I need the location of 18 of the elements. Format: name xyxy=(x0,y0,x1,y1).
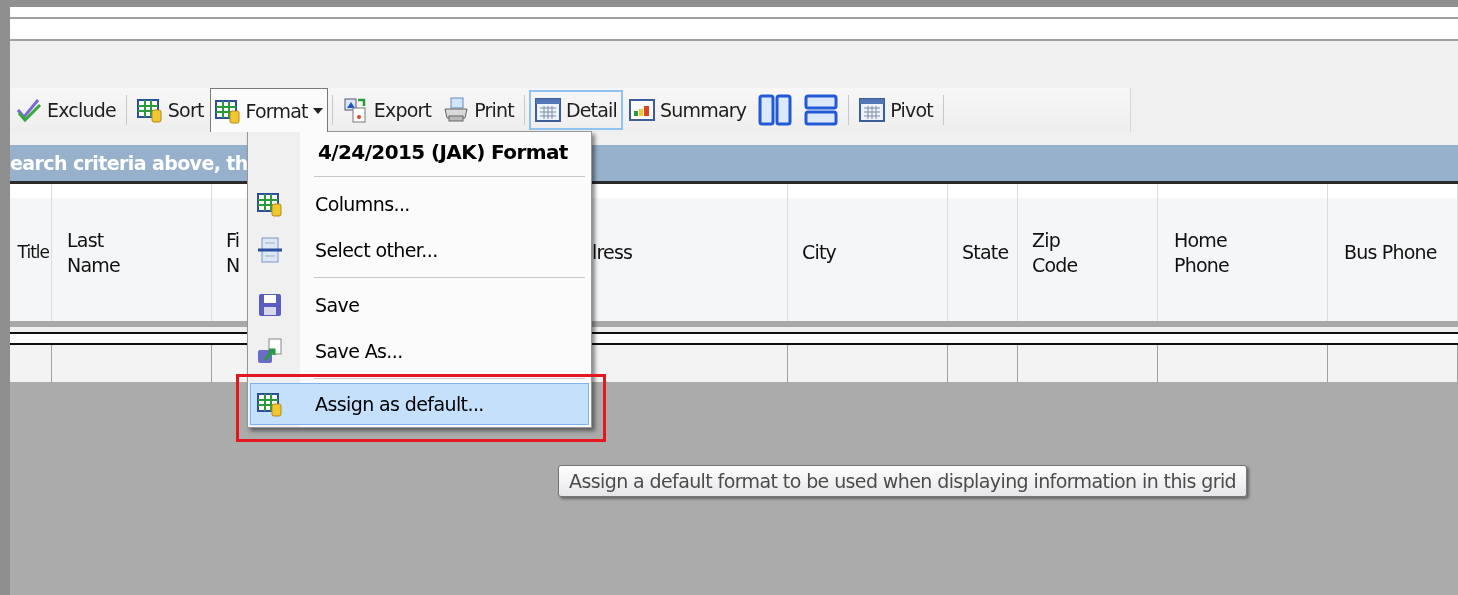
toolbar-button[interactable]: Pivot xyxy=(853,90,939,130)
column-header[interactable]: State xyxy=(948,184,1018,321)
toolbar-button[interactable]: Exclude xyxy=(10,90,122,130)
toolbar-button[interactable]: Summary xyxy=(623,90,753,130)
column-header[interactable]: City xyxy=(788,184,948,321)
column-header[interactable]: Title xyxy=(10,184,52,321)
toolbar-button[interactable]: Print xyxy=(437,90,520,130)
column-header[interactable]: Zip Code xyxy=(1018,184,1158,321)
column-header[interactable]: Bus Phone xyxy=(1328,184,1458,321)
column-header[interactable]: Home Phone xyxy=(1158,184,1328,321)
toolbar-button[interactable]: Format xyxy=(209,88,328,132)
toolbar-button[interactable]: Export xyxy=(336,90,438,130)
menu-item[interactable]: Assign as default... xyxy=(250,383,589,425)
menu-item[interactable]: Save As... xyxy=(250,328,589,374)
toolbar-button[interactable]: Sort xyxy=(130,90,210,130)
column-header[interactable]: Last Name xyxy=(52,184,212,321)
toolbar-button[interactable]: Detail xyxy=(528,90,624,130)
tooltip: Assign a default format to be used when displaying information in this grid xyxy=(558,465,1248,497)
